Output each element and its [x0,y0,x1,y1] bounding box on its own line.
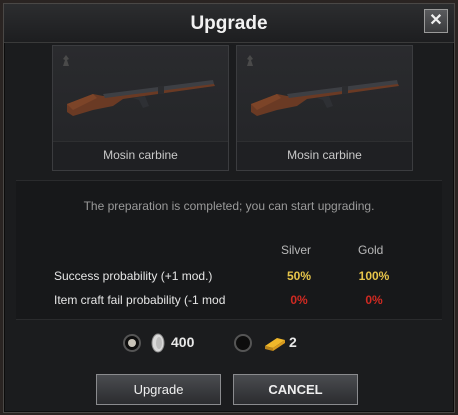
fail-silver-value: 0% [290,293,308,307]
fail-gold-value: 0% [365,293,383,307]
silver-amount: 400 [171,334,195,350]
gold-radio[interactable] [234,334,252,352]
status-message: The preparation is completed; you can st… [83,199,375,213]
dialog-title: Upgrade [190,13,268,34]
upgrade-info-panel: The preparation is completed; you can st… [16,180,442,320]
silver-coin-icon [150,332,166,359]
success-probability-label: Success probability (+1 mod.) [54,269,213,283]
upgrade-dialog: Upgrade ✕ Mosin carbine Mosin carbine Th… [3,3,455,413]
column-header-silver: Silver [281,243,312,257]
gold-bar-icon [263,334,287,357]
item-name: Mosin carbine [53,141,228,170]
item-badge-icon [61,54,71,68]
item-name: Mosin carbine [237,141,412,170]
title-bar: Upgrade ✕ [4,4,454,43]
item-badge-icon [245,54,255,68]
upgrade-button[interactable]: Upgrade [96,374,221,405]
cancel-button[interactable]: CANCEL [233,374,358,405]
item-card-result: Mosin carbine [236,45,413,171]
silver-radio[interactable] [123,334,141,352]
rifle-icon [63,72,218,122]
item-card-source: Mosin carbine [52,45,229,171]
success-gold-value: 100% [358,269,390,283]
gold-amount: 2 [289,334,297,350]
currency-selector: 400 2 [4,322,454,366]
column-header-gold: Gold [358,243,384,257]
fail-probability-label: Item craft fail probability (-1 mod.) [54,293,226,307]
close-button[interactable]: ✕ [424,9,448,33]
rifle-icon [247,72,402,122]
success-silver-value: 50% [286,269,312,283]
close-icon: ✕ [429,12,443,29]
radio-selected-dot [128,339,136,347]
